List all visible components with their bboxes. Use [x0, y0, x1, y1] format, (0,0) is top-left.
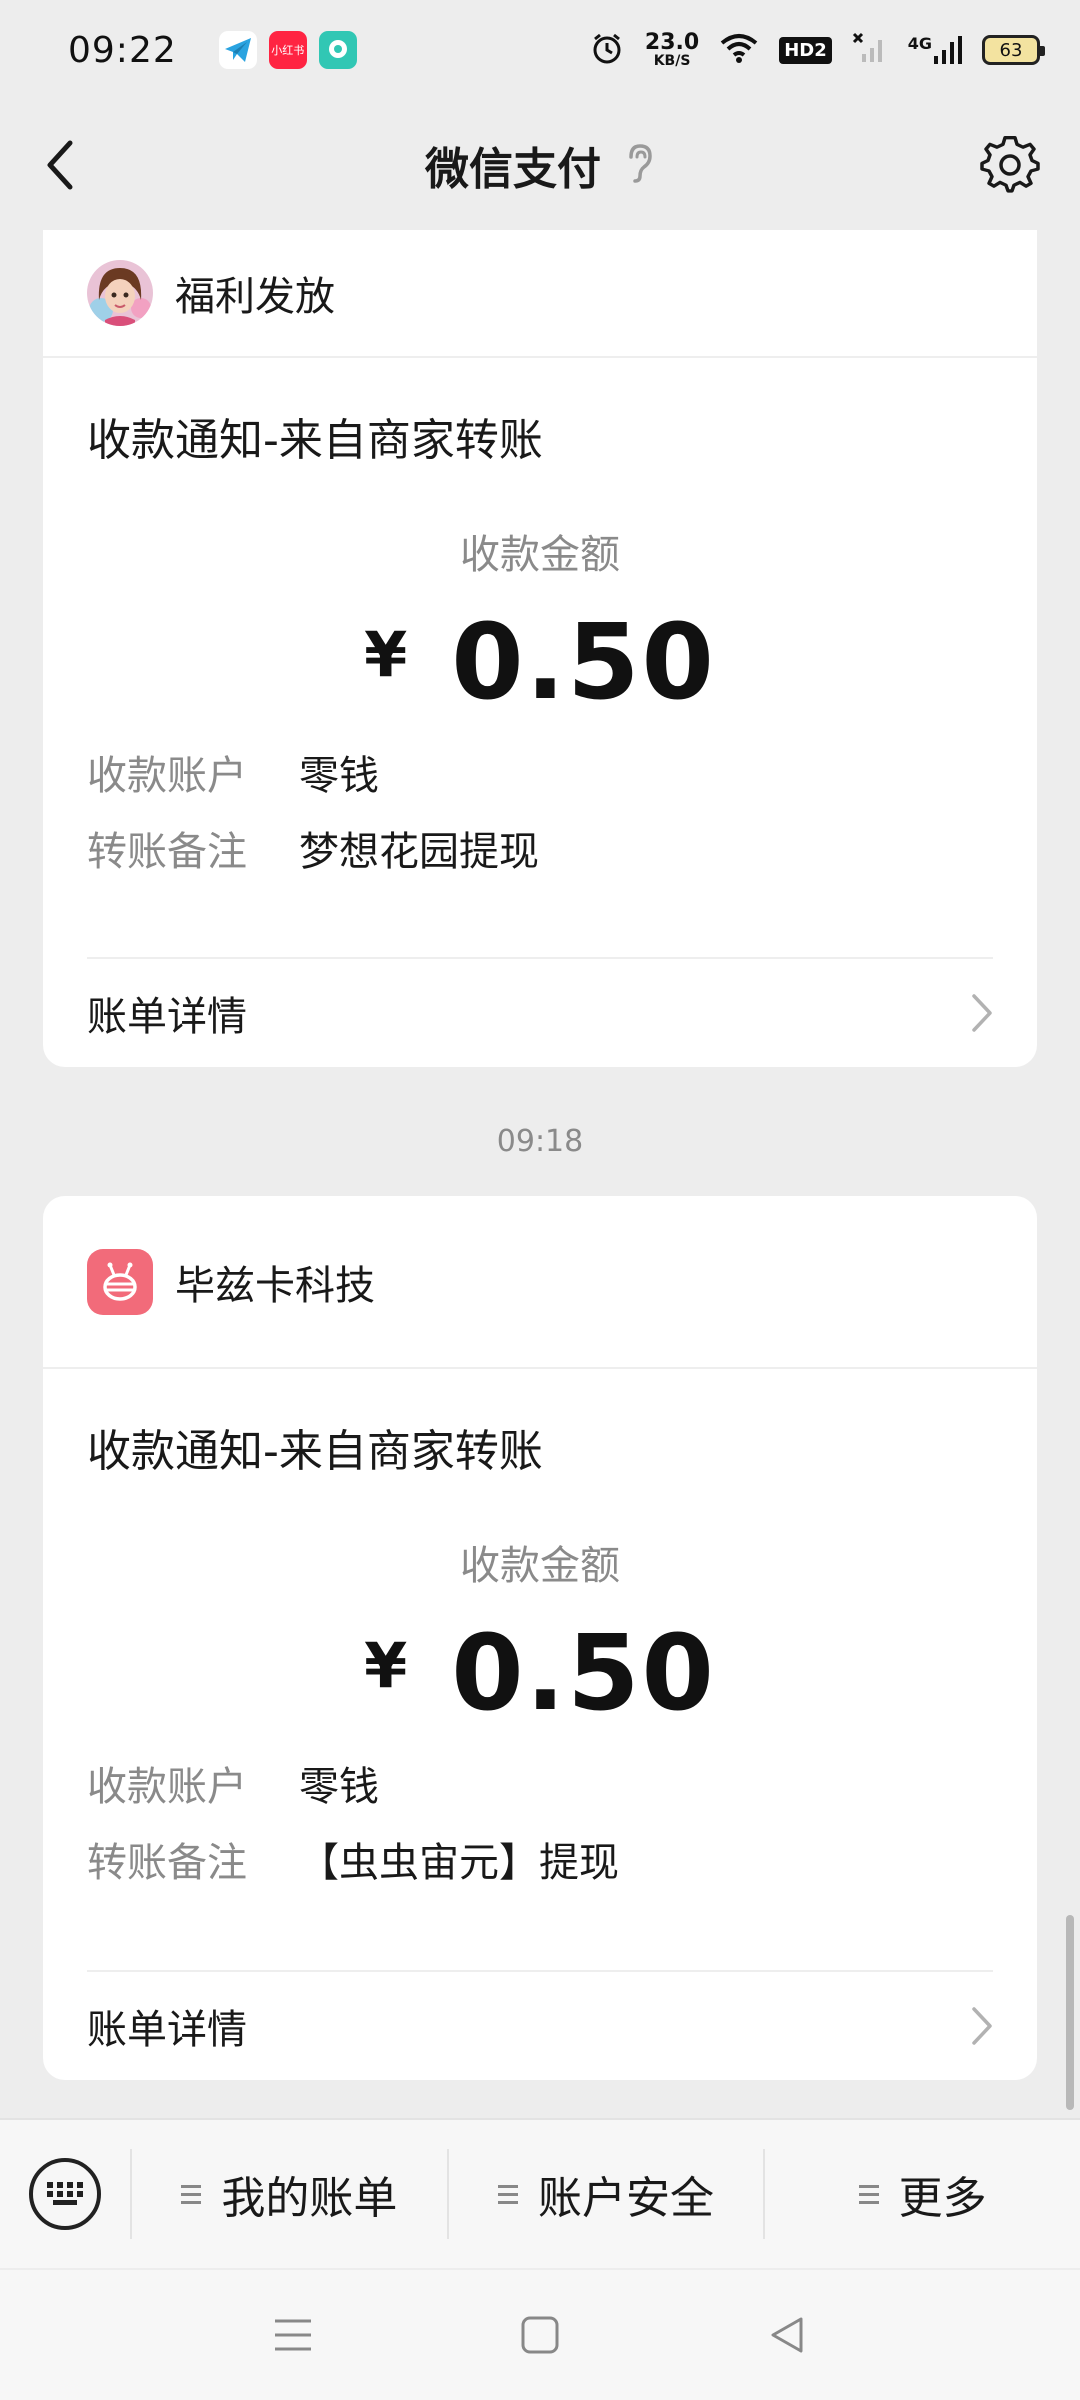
notification-title: 收款通知-来自商家转账	[87, 1426, 543, 1477]
account-value: 零钱	[299, 1764, 379, 1810]
chevron-left-icon	[47, 140, 73, 190]
note-key: 转账备注	[87, 1840, 247, 1886]
triangle-back-icon	[771, 2317, 803, 2353]
back-nav-button[interactable]	[757, 2305, 817, 2365]
back-button[interactable]	[30, 135, 90, 195]
signal-weak-icon	[852, 32, 888, 68]
keyboard-icon	[29, 2158, 101, 2230]
menu-label: 更多	[898, 2173, 987, 2224]
bill-details-link[interactable]: 账单详情	[87, 957, 993, 1067]
chevron-right-icon	[972, 2007, 992, 2045]
merchant-avatar	[87, 1248, 153, 1315]
note-value: 【虫虫宙元】提现	[299, 1840, 619, 1886]
menu-account-security[interactable]: 账户安全	[446, 2149, 764, 2239]
recent-apps-button[interactable]	[263, 2305, 323, 2365]
bill-details-link[interactable]: 账单详情	[87, 1970, 993, 2080]
square-icon	[521, 2316, 559, 2354]
network-speed-value: 23.0	[644, 30, 700, 55]
bottom-menu: 我的账单 账户安全 更多	[0, 2118, 1080, 2268]
alarm-icon	[589, 30, 625, 70]
account-value: 零钱	[299, 753, 379, 799]
merchant-name: 福利发放	[175, 274, 335, 320]
chevron-right-icon	[972, 994, 992, 1032]
scrollbar[interactable]	[1066, 1915, 1074, 2110]
account-row: 收款账户 零钱	[43, 738, 1037, 814]
bill-details-label: 账单详情	[87, 2007, 247, 2053]
network-speed: 23.0 KB/S	[644, 30, 700, 69]
merchant-header[interactable]: 毕兹卡科技	[43, 1196, 1037, 1369]
merchant-header[interactable]: 福利发放	[43, 230, 1037, 358]
navigation-bar: 微信支付	[0, 100, 1080, 230]
notification-title: 收款通知-来自商家转账	[87, 415, 543, 466]
page-title: 微信支付	[425, 133, 655, 197]
menu-list-icon	[498, 2184, 518, 2204]
amount-display: ¥ 0.50	[43, 610, 1037, 714]
gear-icon	[980, 136, 1040, 193]
menu-more[interactable]: 更多	[763, 2149, 1080, 2239]
merchant-name: 毕兹卡科技	[175, 1262, 375, 1309]
message-timestamp: 09:18	[496, 1124, 584, 1159]
status-time: 09:22	[68, 29, 177, 71]
status-bar: 09:22 小红书 23.0 KB/S HD2 4G 63	[0, 0, 1080, 100]
amount-label: 收款金额	[460, 532, 620, 578]
amount-value: 0.50	[451, 601, 716, 723]
menu-icon	[275, 2319, 312, 2351]
menu-label: 账户安全	[538, 2173, 714, 2224]
payment-notification-card[interactable]: 福利发放 收款通知-来自商家转账 收款金额 ¥ 0.50 收款账户 零钱 转账备…	[43, 230, 1037, 1067]
telegram-icon	[218, 31, 257, 69]
menu-label: 我的账单	[221, 2173, 398, 2224]
currency-symbol: ¥	[364, 1629, 408, 1702]
xiaohongshu-icon: 小红书	[268, 31, 307, 69]
bill-details-label: 账单详情	[87, 994, 247, 1040]
menu-list-icon	[858, 2184, 879, 2204]
status-right: 23.0 KB/S HD2 4G 63	[589, 30, 1045, 70]
amount-value: 0.50	[451, 1612, 716, 1734]
note-value: 梦想花园提现	[299, 829, 539, 875]
page-title-text: 微信支付	[425, 144, 601, 195]
system-navigation-bar	[0, 2270, 1080, 2400]
bee-icon	[103, 1262, 137, 1301]
menu-list-icon	[181, 2184, 202, 2204]
message-app-icon	[318, 31, 357, 69]
account-key: 收款账户	[87, 753, 247, 799]
keyboard-toggle-button[interactable]	[0, 2119, 130, 2269]
menu-my-bills[interactable]: 我的账单	[130, 2149, 447, 2239]
settings-button[interactable]	[980, 135, 1040, 195]
home-button[interactable]	[510, 2305, 570, 2365]
note-row: 转账备注 【虫虫宙元】提现	[43, 1825, 1037, 1901]
amount-display: ¥ 0.50	[43, 1621, 1037, 1725]
battery-icon: 63	[982, 35, 1045, 65]
amount-label: 收款金额	[460, 1543, 620, 1589]
note-row: 转账备注 梦想花园提现	[43, 814, 1037, 890]
merchant-avatar	[87, 260, 153, 326]
wifi-icon	[719, 32, 759, 68]
account-key: 收款账户	[87, 1764, 247, 1810]
note-key: 转账备注	[87, 829, 247, 875]
hd-badge: HD2	[779, 36, 832, 64]
notification-icons: 小红书	[218, 31, 357, 69]
signal-4g-icon: 4G	[908, 34, 962, 66]
currency-symbol: ¥	[364, 618, 408, 691]
account-row: 收款账户 零钱	[43, 1749, 1037, 1825]
ear-icon[interactable]	[625, 143, 655, 187]
payment-notification-card[interactable]: 毕兹卡科技 收款通知-来自商家转账 收款金额 ¥ 0.50 收款账户 零钱 转账…	[43, 1196, 1037, 2080]
network-speed-unit: KB/S	[653, 53, 691, 69]
network-type: 4G	[907, 34, 932, 53]
battery-level: 63	[999, 39, 1023, 61]
